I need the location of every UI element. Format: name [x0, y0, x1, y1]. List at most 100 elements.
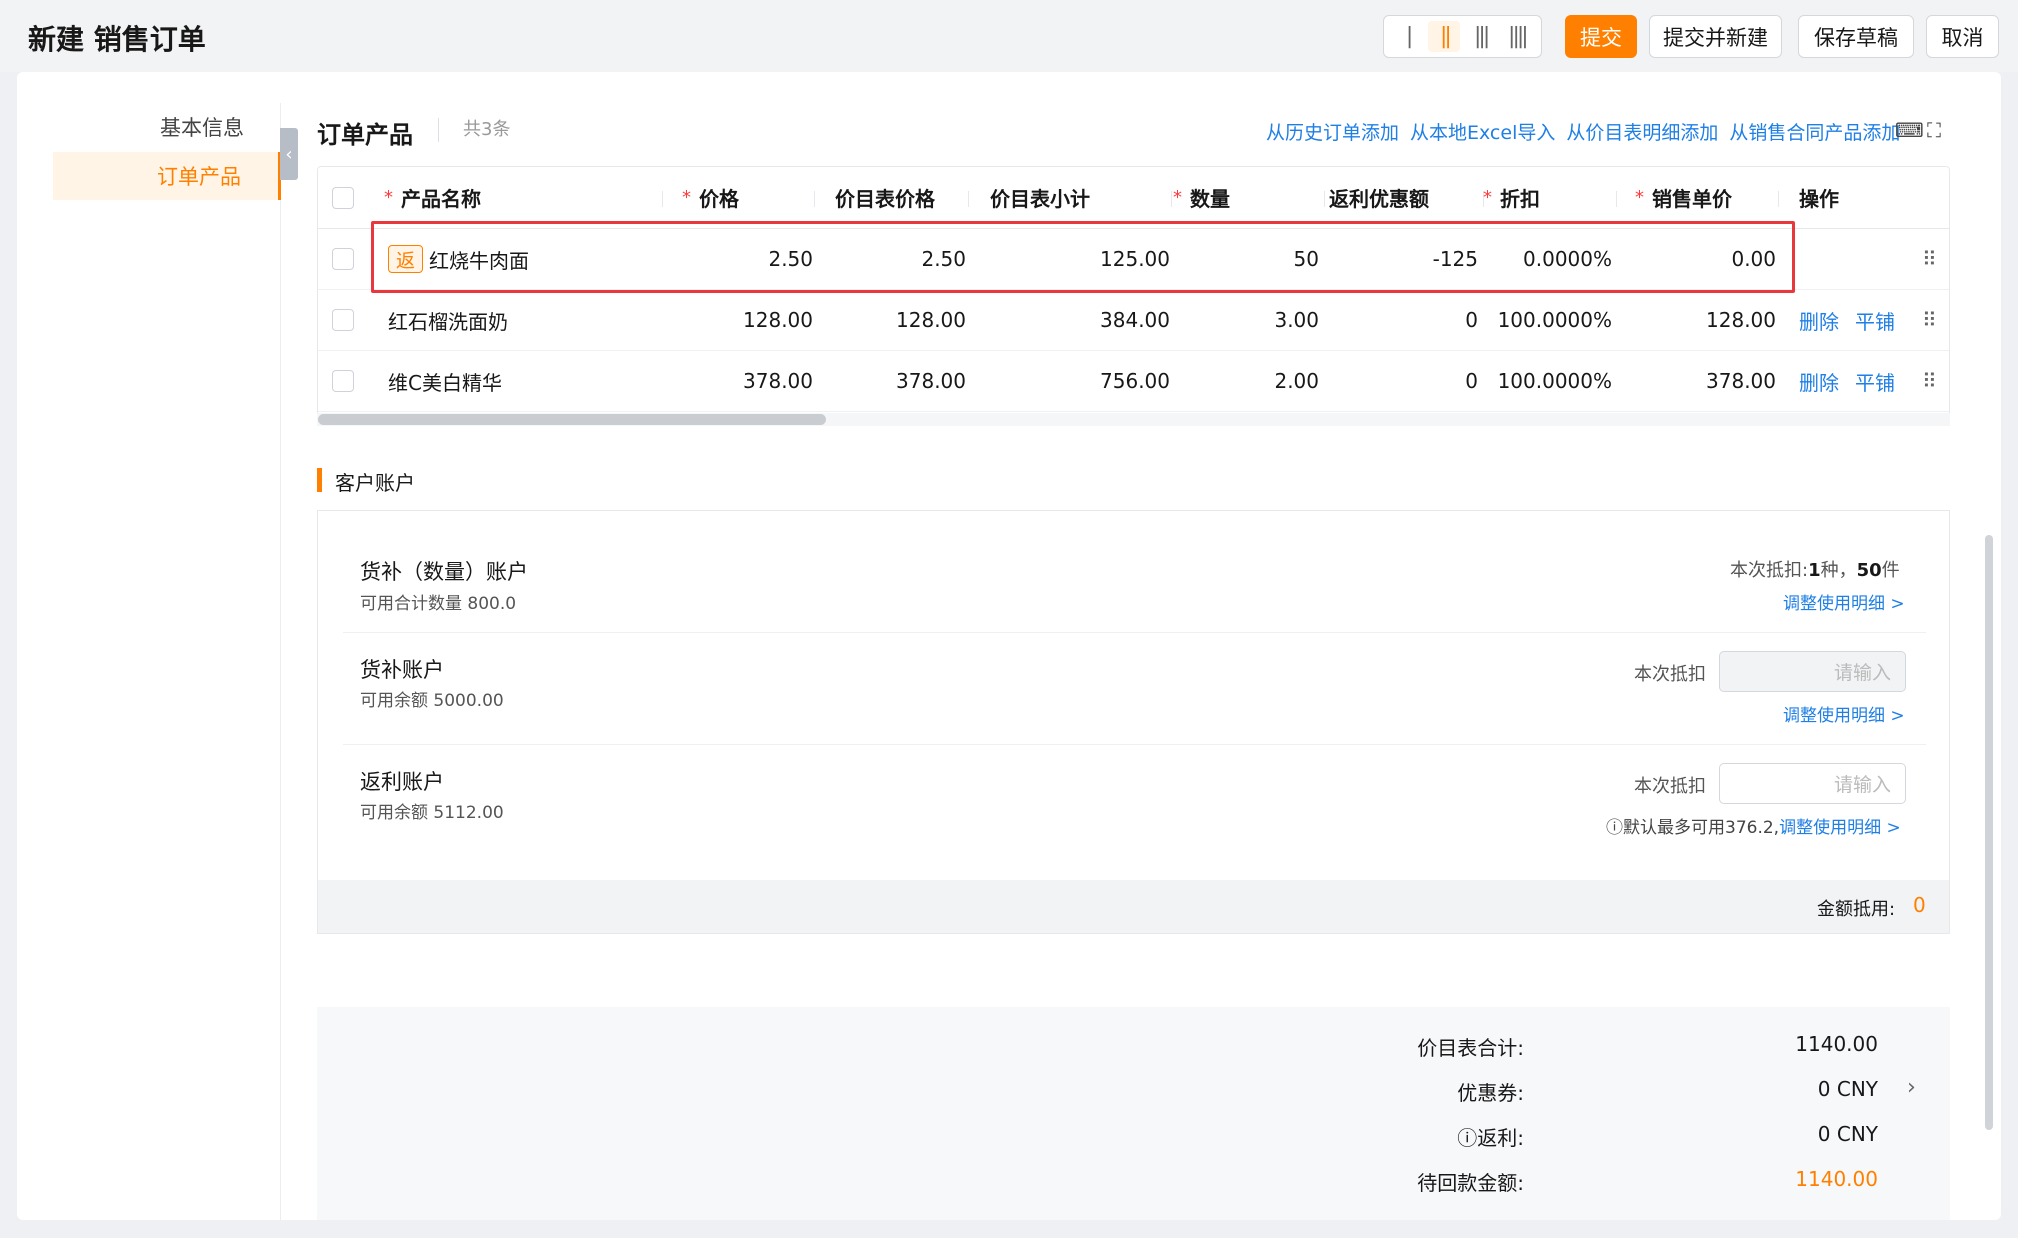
cell-unit-price[interactable]: 378.00 — [1635, 351, 1776, 411]
list-total-label: 价目表合计: — [1417, 1036, 1524, 1060]
drag-handle-icon[interactable]: ⠿ — [1922, 351, 1937, 411]
delete-link[interactable]: 删除 — [1799, 306, 1839, 335]
row-checkbox[interactable] — [332, 309, 354, 331]
section-accent-bar — [317, 468, 322, 492]
cell-price[interactable]: 2.50 — [682, 229, 813, 289]
account-section-title: 客户账户 — [335, 471, 415, 495]
required-mark: * — [1173, 187, 1182, 208]
cell-quantity[interactable]: 50 — [1173, 229, 1319, 289]
col-quantity: * 数量 — [1173, 167, 1230, 228]
cell-discount[interactable]: 100.0000% — [1483, 351, 1612, 411]
cell-price[interactable]: 128.00 — [682, 290, 813, 350]
keyboard-icon[interactable]: ⌨ — [1895, 118, 1924, 142]
layout-4-column[interactable]: |||| — [1501, 21, 1533, 52]
cell-discount[interactable]: 100.0000% — [1483, 290, 1612, 350]
products-section-title: 订单产品 — [317, 121, 413, 149]
row-checkbox[interactable] — [332, 370, 354, 392]
col-list-price: 价目表价格 — [835, 167, 935, 228]
rebate-deduct-input[interactable]: 请输入 — [1719, 763, 1906, 804]
amount-due-value: 1140.00 — [1795, 1167, 1878, 1191]
column-divider — [814, 191, 815, 207]
cell-product-name: 红石榴洗面奶 — [388, 290, 508, 350]
column-divider — [1616, 191, 1617, 207]
col-price: * 价格 — [682, 167, 739, 228]
amount-deduct-value: 0 — [1913, 893, 1926, 917]
products-count: 共3条 — [438, 118, 510, 142]
rebate-total-value: 0 CNY — [1817, 1122, 1878, 1146]
nav-item-basic-info[interactable]: 基本信息 — [53, 103, 281, 151]
col-actions: 操作 — [1799, 167, 1839, 228]
table-hscroll-thumb[interactable] — [318, 414, 826, 425]
cell-discount[interactable]: 0.0000% — [1483, 229, 1612, 289]
fullscreen-icon[interactable]: ⛶ — [1927, 118, 1941, 142]
required-mark: * — [682, 187, 691, 208]
select-all-checkbox[interactable] — [332, 186, 354, 209]
page-vscroll-thumb[interactable] — [1985, 535, 1993, 1130]
page-header: 新建 销售订单 | || ||| |||| 提交 提交并新建 保存草稿 取消 — [0, 0, 2018, 72]
list-total-value: 1140.00 — [1795, 1032, 1878, 1056]
supply-deduct-input[interactable]: 请输入 — [1719, 651, 1906, 692]
row-checkbox[interactable] — [332, 248, 354, 270]
col-label: 价格 — [699, 187, 739, 211]
chevron-right-icon[interactable]: › — [1907, 1075, 1916, 1100]
supply-account-adjust-link[interactable]: 调整使用明细 > — [1783, 701, 1905, 726]
question-icon[interactable]: ⓘ — [1606, 818, 1623, 838]
rebate-badge: 返 — [388, 245, 423, 273]
deduct-pieces: 50 — [1856, 560, 1882, 581]
drag-handle-icon[interactable]: ⠿ — [1922, 290, 1937, 350]
delete-link[interactable]: 删除 — [1799, 367, 1839, 396]
cell-actions — [1799, 229, 1831, 289]
products-table: * 产品名称 * 价格 价目表价格 价目表小计 * 数量 返利优惠额 * 折扣 * 销售单… — [317, 166, 1950, 426]
layout-3-column[interactable]: ||| — [1465, 21, 1497, 52]
product-name: 维C美白精华 — [388, 370, 502, 395]
row-select-cell — [332, 229, 354, 289]
tile-link[interactable]: 平铺 — [1855, 306, 1895, 335]
rebate-account-name: 返利账户 — [360, 770, 444, 794]
cell-quantity[interactable]: 3.00 — [1173, 290, 1319, 350]
divider — [343, 744, 1926, 745]
qty-account-adjust-link[interactable]: 调整使用明细 > — [1783, 589, 1905, 614]
cell-quantity[interactable]: 2.00 — [1173, 351, 1319, 411]
cell-list-subtotal: 125.00 — [1100, 247, 1170, 271]
cell-price[interactable]: 378.00 — [682, 351, 813, 411]
col-label: 销售单价 — [1652, 187, 1732, 211]
cell-list-subtotal: 756.00 — [1100, 369, 1170, 393]
rebate-account-adjust-link[interactable]: 调整使用明细 > — [1779, 818, 1901, 838]
drag-handle-icon[interactable]: ⠿ — [1922, 229, 1937, 289]
layout-2-column[interactable]: || — [1428, 21, 1461, 52]
supply-account-name: 货补账户 — [360, 658, 444, 682]
rebate-hint: ⓘ默认最多可用376.2,调整使用明细 > — [1606, 813, 1901, 838]
collapse-nav-icon[interactable]: ‹ — [280, 128, 298, 180]
column-divider — [968, 191, 969, 207]
supply-deduct-label: 本次抵扣 — [1634, 664, 1706, 685]
cell-unit-price[interactable]: 128.00 — [1635, 290, 1776, 350]
import-excel-link[interactable]: 从本地Excel导入 — [1410, 118, 1555, 145]
cell-unit-price[interactable]: 0.00 — [1635, 229, 1776, 289]
col-rebate: 返利优惠额 — [1329, 167, 1429, 228]
nav-item-order-products[interactable]: 订单产品 — [53, 152, 281, 200]
info-icon[interactable]: ⓘ — [1457, 1126, 1477, 1150]
add-from-contract-link[interactable]: 从销售合同产品添加 — [1729, 118, 1900, 145]
cancel-button[interactable]: 取消 — [1926, 15, 1999, 58]
add-from-history-link[interactable]: 从历史订单添加 — [1266, 118, 1399, 145]
submit-button[interactable]: 提交 — [1565, 15, 1637, 58]
rebate-account-available: 可用余额 5112.00 — [360, 803, 504, 823]
required-mark: * — [1483, 187, 1492, 208]
col-label: 操作 — [1799, 187, 1839, 211]
submit-and-new-button[interactable]: 提交并新建 — [1649, 15, 1782, 58]
cell-product-name: 维C美白精华 — [388, 351, 502, 411]
col-discount: * 折扣 — [1483, 167, 1540, 228]
rebate-hint-text: 默认最多可用376.2, — [1623, 818, 1780, 838]
save-draft-button[interactable]: 保存草稿 — [1798, 15, 1914, 58]
tile-link[interactable]: 平铺 — [1855, 367, 1895, 396]
layout-1-column[interactable]: | — [1392, 21, 1424, 52]
amount-due-label: 待回款金额: — [1417, 1171, 1524, 1195]
required-mark: * — [1635, 187, 1644, 208]
select-all-cell — [332, 167, 354, 228]
add-product-links: 从历史订单添加 从本地Excel导入 从价目表明细添加 从销售合同产品添加 — [1266, 118, 1911, 145]
add-from-pricelist-link[interactable]: 从价目表明细添加 — [1566, 118, 1718, 145]
col-unit-price: * 销售单价 — [1635, 167, 1732, 228]
qty-account-name: 货补（数量）账户 — [360, 560, 528, 584]
product-name: 红石榴洗面奶 — [388, 309, 508, 334]
table-row: 返红烧牛肉面 2.50 2.50 125.00 50 -125 0.0000% … — [318, 229, 1949, 290]
